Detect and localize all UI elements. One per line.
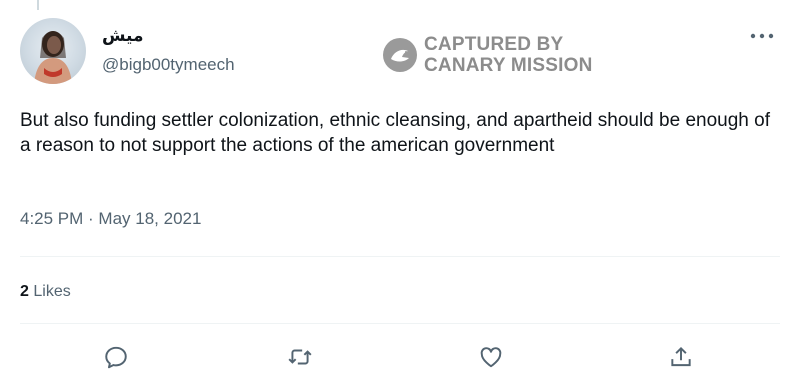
watermark: CAPTURED BY CANARY MISSION (382, 34, 593, 76)
watermark-line1: CAPTURED BY (424, 34, 564, 55)
reply-icon[interactable] (103, 344, 129, 370)
divider-bottom (20, 323, 780, 324)
more-options-icon[interactable] (748, 30, 776, 42)
share-icon[interactable] (668, 344, 694, 370)
likes-count[interactable]: 2 Likes (20, 283, 71, 301)
watermark-line2: CANARY MISSION (424, 55, 593, 76)
profile-photo-icon (34, 31, 72, 84)
likes-number: 2 (20, 283, 29, 300)
user-handle[interactable]: @bigb00tymeech (102, 55, 235, 75)
heart-icon[interactable] (478, 344, 504, 370)
divider-top (20, 256, 780, 257)
likes-label: Likes (33, 283, 71, 300)
retweet-icon[interactable] (287, 344, 313, 370)
avatar[interactable] (20, 18, 86, 84)
tweet-text: But also funding settler colonization, e… (20, 110, 770, 156)
timestamp[interactable]: 4:25 PM · May 18, 2021 (20, 209, 201, 229)
canary-bird-icon (383, 38, 417, 72)
thread-line (37, 0, 39, 10)
display-name[interactable]: ميش (102, 26, 144, 46)
